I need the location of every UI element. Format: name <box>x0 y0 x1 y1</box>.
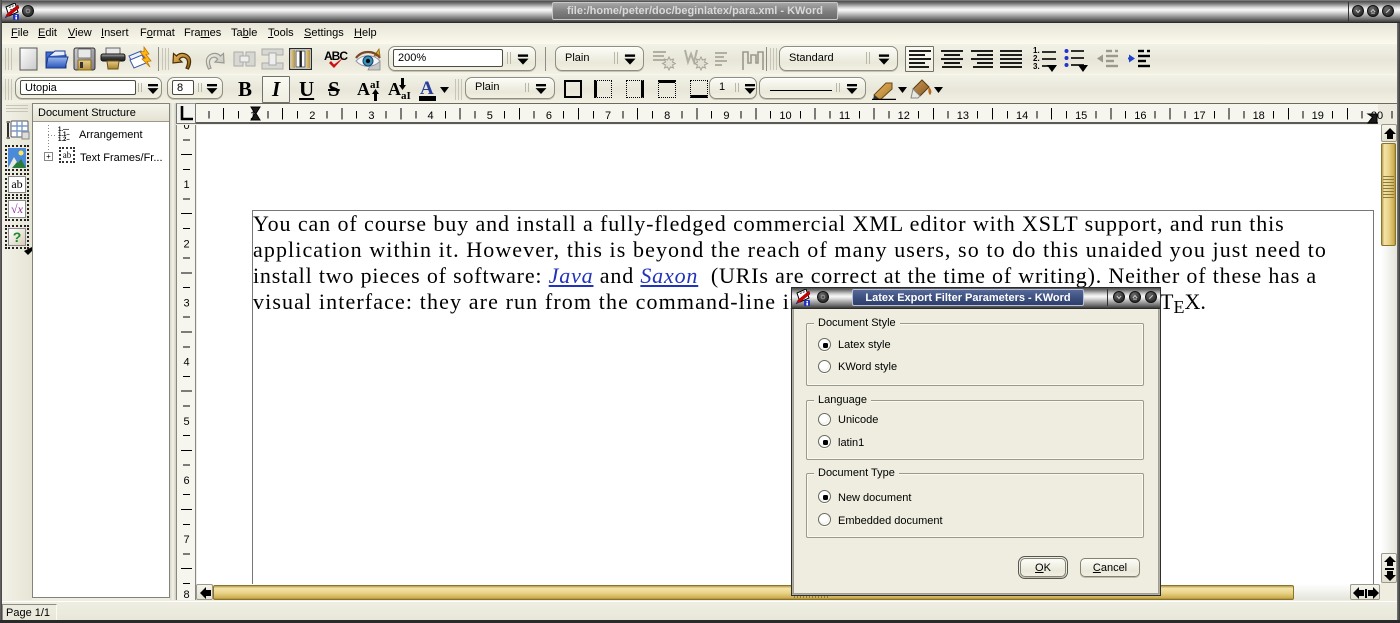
svg-text:8: 8 <box>664 110 670 122</box>
svg-text:2: 2 <box>309 110 315 122</box>
svg-text:5: 5 <box>183 416 189 428</box>
svg-text:12: 12 <box>898 110 910 122</box>
svg-text:3: 3 <box>183 297 189 309</box>
svg-text:18: 18 <box>1253 110 1265 122</box>
svg-text:10: 10 <box>779 110 791 122</box>
svg-text:14: 14 <box>1016 110 1028 122</box>
svg-text:16: 16 <box>1134 110 1146 122</box>
svg-text:4: 4 <box>183 357 189 369</box>
svg-text:6: 6 <box>546 110 552 122</box>
svg-text:17: 17 <box>1193 110 1205 122</box>
svg-text:7: 7 <box>183 534 189 546</box>
svg-text:2: 2 <box>183 238 189 250</box>
svg-text:15: 15 <box>1075 110 1087 122</box>
svg-text:11: 11 <box>839 110 850 122</box>
svg-text:13: 13 <box>957 110 969 122</box>
svg-text:3: 3 <box>368 110 374 122</box>
svg-text:0: 0 <box>183 125 189 132</box>
svg-text:1: 1 <box>183 179 189 191</box>
svg-text:6: 6 <box>183 475 189 487</box>
svg-text:9: 9 <box>723 110 729 122</box>
svg-text:7: 7 <box>605 110 611 122</box>
svg-text:4: 4 <box>428 110 434 122</box>
svg-text:19: 19 <box>1312 110 1324 122</box>
svg-text:8: 8 <box>183 589 189 600</box>
svg-text:5: 5 <box>487 110 493 122</box>
